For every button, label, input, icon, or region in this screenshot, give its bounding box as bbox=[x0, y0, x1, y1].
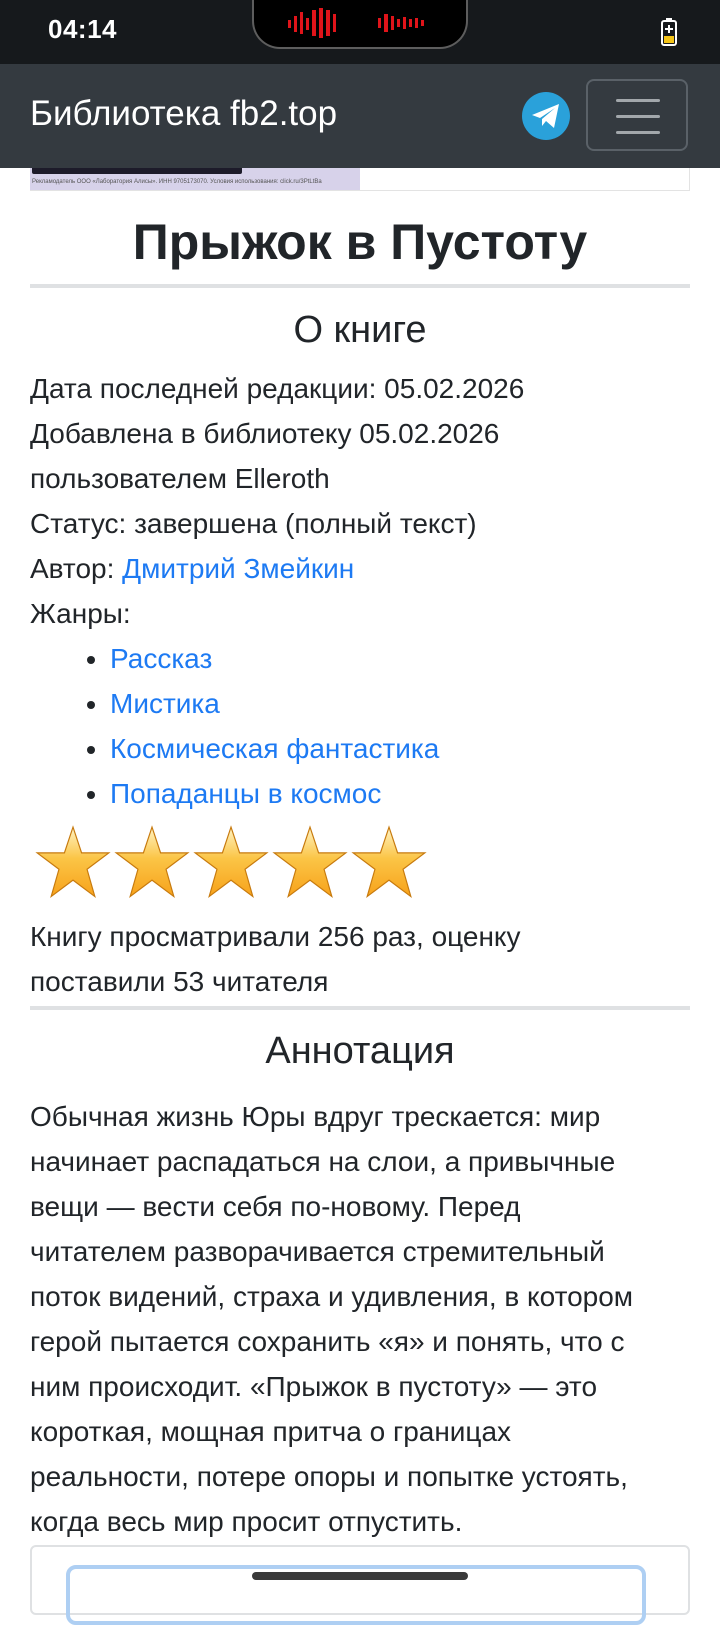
camera-notch bbox=[252, 0, 468, 49]
menu-toggle-button[interactable] bbox=[586, 79, 688, 151]
annotation-line: герой пытается сохранить «я» и понять, ч… bbox=[30, 1326, 625, 1357]
genre-item: Рассказ bbox=[110, 636, 690, 681]
annotation-line: ним происходит. «Прыжок в пустоту» — это bbox=[30, 1371, 598, 1402]
recording-indicator-icon bbox=[288, 8, 424, 38]
genre-link[interactable]: Мистика bbox=[110, 688, 220, 719]
ad-image: Рекламодатель ООО «Лаборатория Алисы». И… bbox=[30, 168, 360, 190]
annotation-line: когда весь мир просит отпустить. bbox=[30, 1506, 463, 1537]
status-time: 04:14 bbox=[48, 14, 117, 44]
last-edit-date: Дата последней редакции: 05.02.2026 bbox=[30, 373, 525, 404]
views-line1: Книгу просматривали 256 раз, оценку bbox=[30, 921, 521, 952]
star-icon[interactable] bbox=[192, 824, 270, 902]
annotation-line: вещи — вести себя по-новому. Перед bbox=[30, 1191, 521, 1222]
divider bbox=[30, 284, 690, 288]
book-status: Статус: завершена (полный текст) bbox=[30, 508, 477, 539]
views-line2: поставили 53 читателя bbox=[30, 966, 329, 997]
star-icon[interactable] bbox=[350, 824, 428, 902]
added-info-line1: Добавлена в библиотеку 05.02.2026 bbox=[30, 418, 500, 449]
annotation-line: короткая, мощная притча о границах bbox=[30, 1416, 512, 1447]
author-link[interactable]: Дмитрий Змейкин bbox=[122, 553, 354, 584]
navbar: Библиотека fb2.top bbox=[0, 64, 720, 168]
about-heading: О книге bbox=[293, 309, 427, 351]
ad-banner[interactable]: Рекламодатель ООО «Лаборатория Алисы». И… bbox=[30, 168, 690, 191]
genres-label: Жанры: bbox=[30, 598, 131, 629]
annotation-line: читателем разворачивается стремительный bbox=[30, 1236, 605, 1267]
genre-link[interactable]: Попаданцы в космос bbox=[110, 778, 381, 809]
next-section-card bbox=[30, 1545, 690, 1625]
star-icon[interactable] bbox=[34, 824, 112, 902]
ad-headline-graphic bbox=[32, 168, 242, 174]
book-page-content: Прыжок в Пустоту О книге Дата последней … bbox=[30, 200, 690, 1544]
hamburger-icon bbox=[616, 99, 660, 102]
author-line: Автор: Дмитрий Змейкин bbox=[30, 546, 690, 591]
genre-item: Попаданцы в космос bbox=[110, 771, 690, 816]
hamburger-line bbox=[616, 131, 660, 134]
annotation-line: поток видений, страха и удивления, в кот… bbox=[30, 1281, 634, 1312]
annotation-heading: Аннотация bbox=[265, 1030, 455, 1072]
star-icon[interactable] bbox=[113, 824, 191, 902]
status-bar: 04:14 bbox=[0, 0, 720, 64]
battery-charging-icon bbox=[661, 18, 677, 46]
author-label: Автор: bbox=[30, 553, 123, 584]
hamburger-line bbox=[616, 115, 660, 118]
genre-list: Рассказ Мистика Космическая фантастика П… bbox=[30, 636, 690, 816]
genre-link[interactable]: Рассказ bbox=[110, 643, 212, 674]
rating-stars[interactable] bbox=[30, 824, 690, 914]
annotation-line: реальности, потере опоры и попытке устоя… bbox=[30, 1461, 628, 1492]
home-indicator[interactable] bbox=[252, 1572, 468, 1580]
site-brand-link[interactable]: Библиотека fb2.top bbox=[30, 94, 337, 134]
telegram-icon[interactable] bbox=[522, 92, 570, 140]
genre-link[interactable]: Космическая фантастика bbox=[110, 733, 439, 764]
annotation-line: начинает распадаться на слои, а привычны… bbox=[30, 1146, 616, 1177]
added-info-line2: пользователем Elleroth bbox=[30, 463, 330, 494]
genre-item: Мистика bbox=[110, 681, 690, 726]
divider bbox=[30, 1006, 690, 1010]
star-icon[interactable] bbox=[271, 824, 349, 902]
ad-fine-print: Рекламодатель ООО «Лаборатория Алисы». И… bbox=[32, 179, 322, 185]
book-title: Прыжок в Пустоту bbox=[132, 214, 588, 270]
annotation-line: Обычная жизнь Юры вдруг трескается: мир bbox=[30, 1101, 601, 1132]
annotation-text: Обычная жизнь Юры вдруг трескается: мир … bbox=[30, 1094, 690, 1544]
genre-item: Космическая фантастика bbox=[110, 726, 690, 771]
